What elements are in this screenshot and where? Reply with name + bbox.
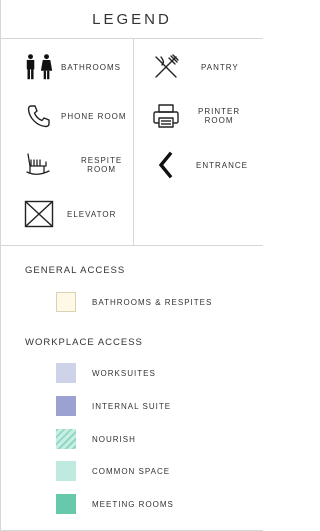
chevron-left-icon bbox=[150, 149, 182, 181]
legend-label-elevator: ELEVATOR bbox=[67, 209, 117, 219]
legend-item-pantry: PANTRY bbox=[150, 51, 239, 83]
icon-legend-grid: BATHROOMS PANTRY PHONE ROOM PRINTER ROOM… bbox=[1, 39, 263, 246]
fork-knife-icon bbox=[150, 51, 182, 83]
label-nourish: NOURISH bbox=[92, 434, 136, 444]
legend-item-meeting-rooms: MEETING ROOMS bbox=[56, 494, 174, 514]
legend-label-phone-room: PHONE ROOM bbox=[61, 111, 127, 121]
printer-label-line2: ROOM bbox=[204, 116, 234, 125]
respite-label-line2: ROOM bbox=[87, 165, 117, 174]
swatch-nourish bbox=[56, 429, 76, 449]
legend-item-respite-room: RESPITE ROOM bbox=[23, 149, 122, 181]
rocking-chair-icon bbox=[23, 149, 55, 181]
legend-label-respite-room: RESPITE ROOM bbox=[81, 156, 122, 174]
legend-item-common-space: COMMON SPACE bbox=[56, 461, 170, 481]
legend-item-phone-room: PHONE ROOM bbox=[23, 100, 127, 132]
legend-item-internal-suite: INTERNAL SUITE bbox=[56, 396, 171, 416]
label-common-space: COMMON SPACE bbox=[92, 466, 171, 476]
swatch-bathrooms-respites bbox=[56, 292, 76, 312]
legend-header: LEGEND bbox=[1, 0, 263, 39]
legend-label-printer-room: PRINTER ROOM bbox=[198, 107, 240, 125]
printer-icon bbox=[150, 100, 182, 132]
legend-item-entrance: ENTRANCE bbox=[150, 149, 248, 181]
label-internal-suite: INTERNAL SUITE bbox=[92, 401, 172, 411]
legend-item-elevator: ELEVATOR bbox=[23, 198, 116, 230]
legend-label-bathrooms: BATHROOMS bbox=[61, 62, 121, 72]
grid-divider bbox=[133, 39, 134, 245]
swatch-meeting-rooms bbox=[56, 494, 76, 514]
respite-label-line1: RESPITE bbox=[81, 156, 123, 165]
printer-label-line1: PRINTER bbox=[198, 107, 241, 116]
workplace-access-title: WORKPLACE ACCESS bbox=[25, 337, 143, 348]
legend-label-pantry: PANTRY bbox=[201, 62, 239, 72]
elevator-icon bbox=[23, 198, 55, 230]
legend-title: LEGEND bbox=[92, 10, 172, 28]
phone-icon bbox=[23, 100, 55, 132]
general-access-title: GENERAL ACCESS bbox=[25, 265, 126, 276]
legend-item-printer-room: PRINTER ROOM bbox=[150, 100, 240, 132]
label-worksuites: WORKSUITES bbox=[92, 368, 156, 378]
legend-item-bathrooms-respites: BATHROOMS & RESPITES bbox=[56, 292, 212, 312]
swatch-common-space bbox=[56, 461, 76, 481]
restroom-icon bbox=[23, 51, 55, 83]
legend-label-entrance: ENTRANCE bbox=[196, 160, 249, 170]
legend-item-nourish: NOURISH bbox=[56, 429, 136, 449]
swatch-internal-suite bbox=[56, 396, 76, 416]
label-meeting-rooms: MEETING ROOMS bbox=[92, 499, 174, 509]
label-bathrooms-respites: BATHROOMS & RESPITES bbox=[92, 297, 213, 307]
legend-item-bathrooms: BATHROOMS bbox=[23, 51, 121, 83]
legend-item-worksuites: WORKSUITES bbox=[56, 363, 156, 383]
swatch-worksuites bbox=[56, 363, 76, 383]
legend-panel: LEGEND BATHROOMS PANTRY PHONE ROOM PRINT… bbox=[0, 0, 263, 531]
